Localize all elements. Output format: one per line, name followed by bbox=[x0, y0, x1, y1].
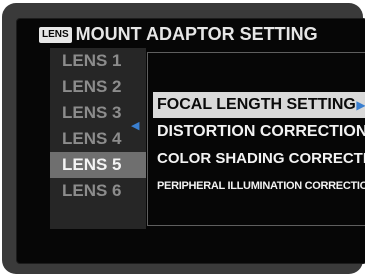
submenu-item-distortion[interactable]: DISTORTION CORRECTION bbox=[153, 119, 365, 145]
submenu-item-peripheral-illumination[interactable]: PERIPHERAL ILLUMINATION CORRECTION bbox=[153, 173, 365, 199]
lens-item-5[interactable]: LENS 5 bbox=[50, 152, 146, 178]
submenu-item-label: PERIPHERAL ILLUMINATION CORRECTION bbox=[157, 180, 365, 192]
triangle-right-icon: ▶ bbox=[356, 98, 365, 112]
submenu-item-label: COLOR SHADING CORRECTION bbox=[157, 150, 365, 167]
lens-list: LENS 1 LENS 2 LENS 3 LENS 4 LENS 5 LENS … bbox=[50, 48, 146, 229]
submenu-item-label: DISTORTION CORRECTION bbox=[157, 123, 365, 140]
lens-item-1[interactable]: LENS 1 bbox=[50, 48, 146, 74]
triangle-left-icon: ◀ bbox=[131, 120, 140, 132]
submenu-item-label: FOCAL LENGTH SETTING bbox=[157, 96, 356, 113]
lens-item-6[interactable]: LENS 6 bbox=[50, 178, 146, 204]
lens-icon: LENS bbox=[39, 27, 72, 43]
lcd-screen: LENS MOUNT ADAPTOR SETTING LENS 1 LENS 2 … bbox=[16, 18, 365, 264]
menu-title-row: LENS MOUNT ADAPTOR SETTING bbox=[39, 25, 318, 43]
submenu-item-color-shading[interactable]: COLOR SHADING CORRECTION bbox=[153, 146, 365, 172]
lens-item-2[interactable]: LENS 2 bbox=[50, 74, 146, 100]
submenu-panel: FOCAL LENGTH SETTING ▶ DISTORTION CORREC… bbox=[147, 52, 365, 226]
submenu-item-focal-length[interactable]: FOCAL LENGTH SETTING ▶ bbox=[153, 92, 365, 118]
page-title: MOUNT ADAPTOR SETTING bbox=[75, 24, 318, 44]
